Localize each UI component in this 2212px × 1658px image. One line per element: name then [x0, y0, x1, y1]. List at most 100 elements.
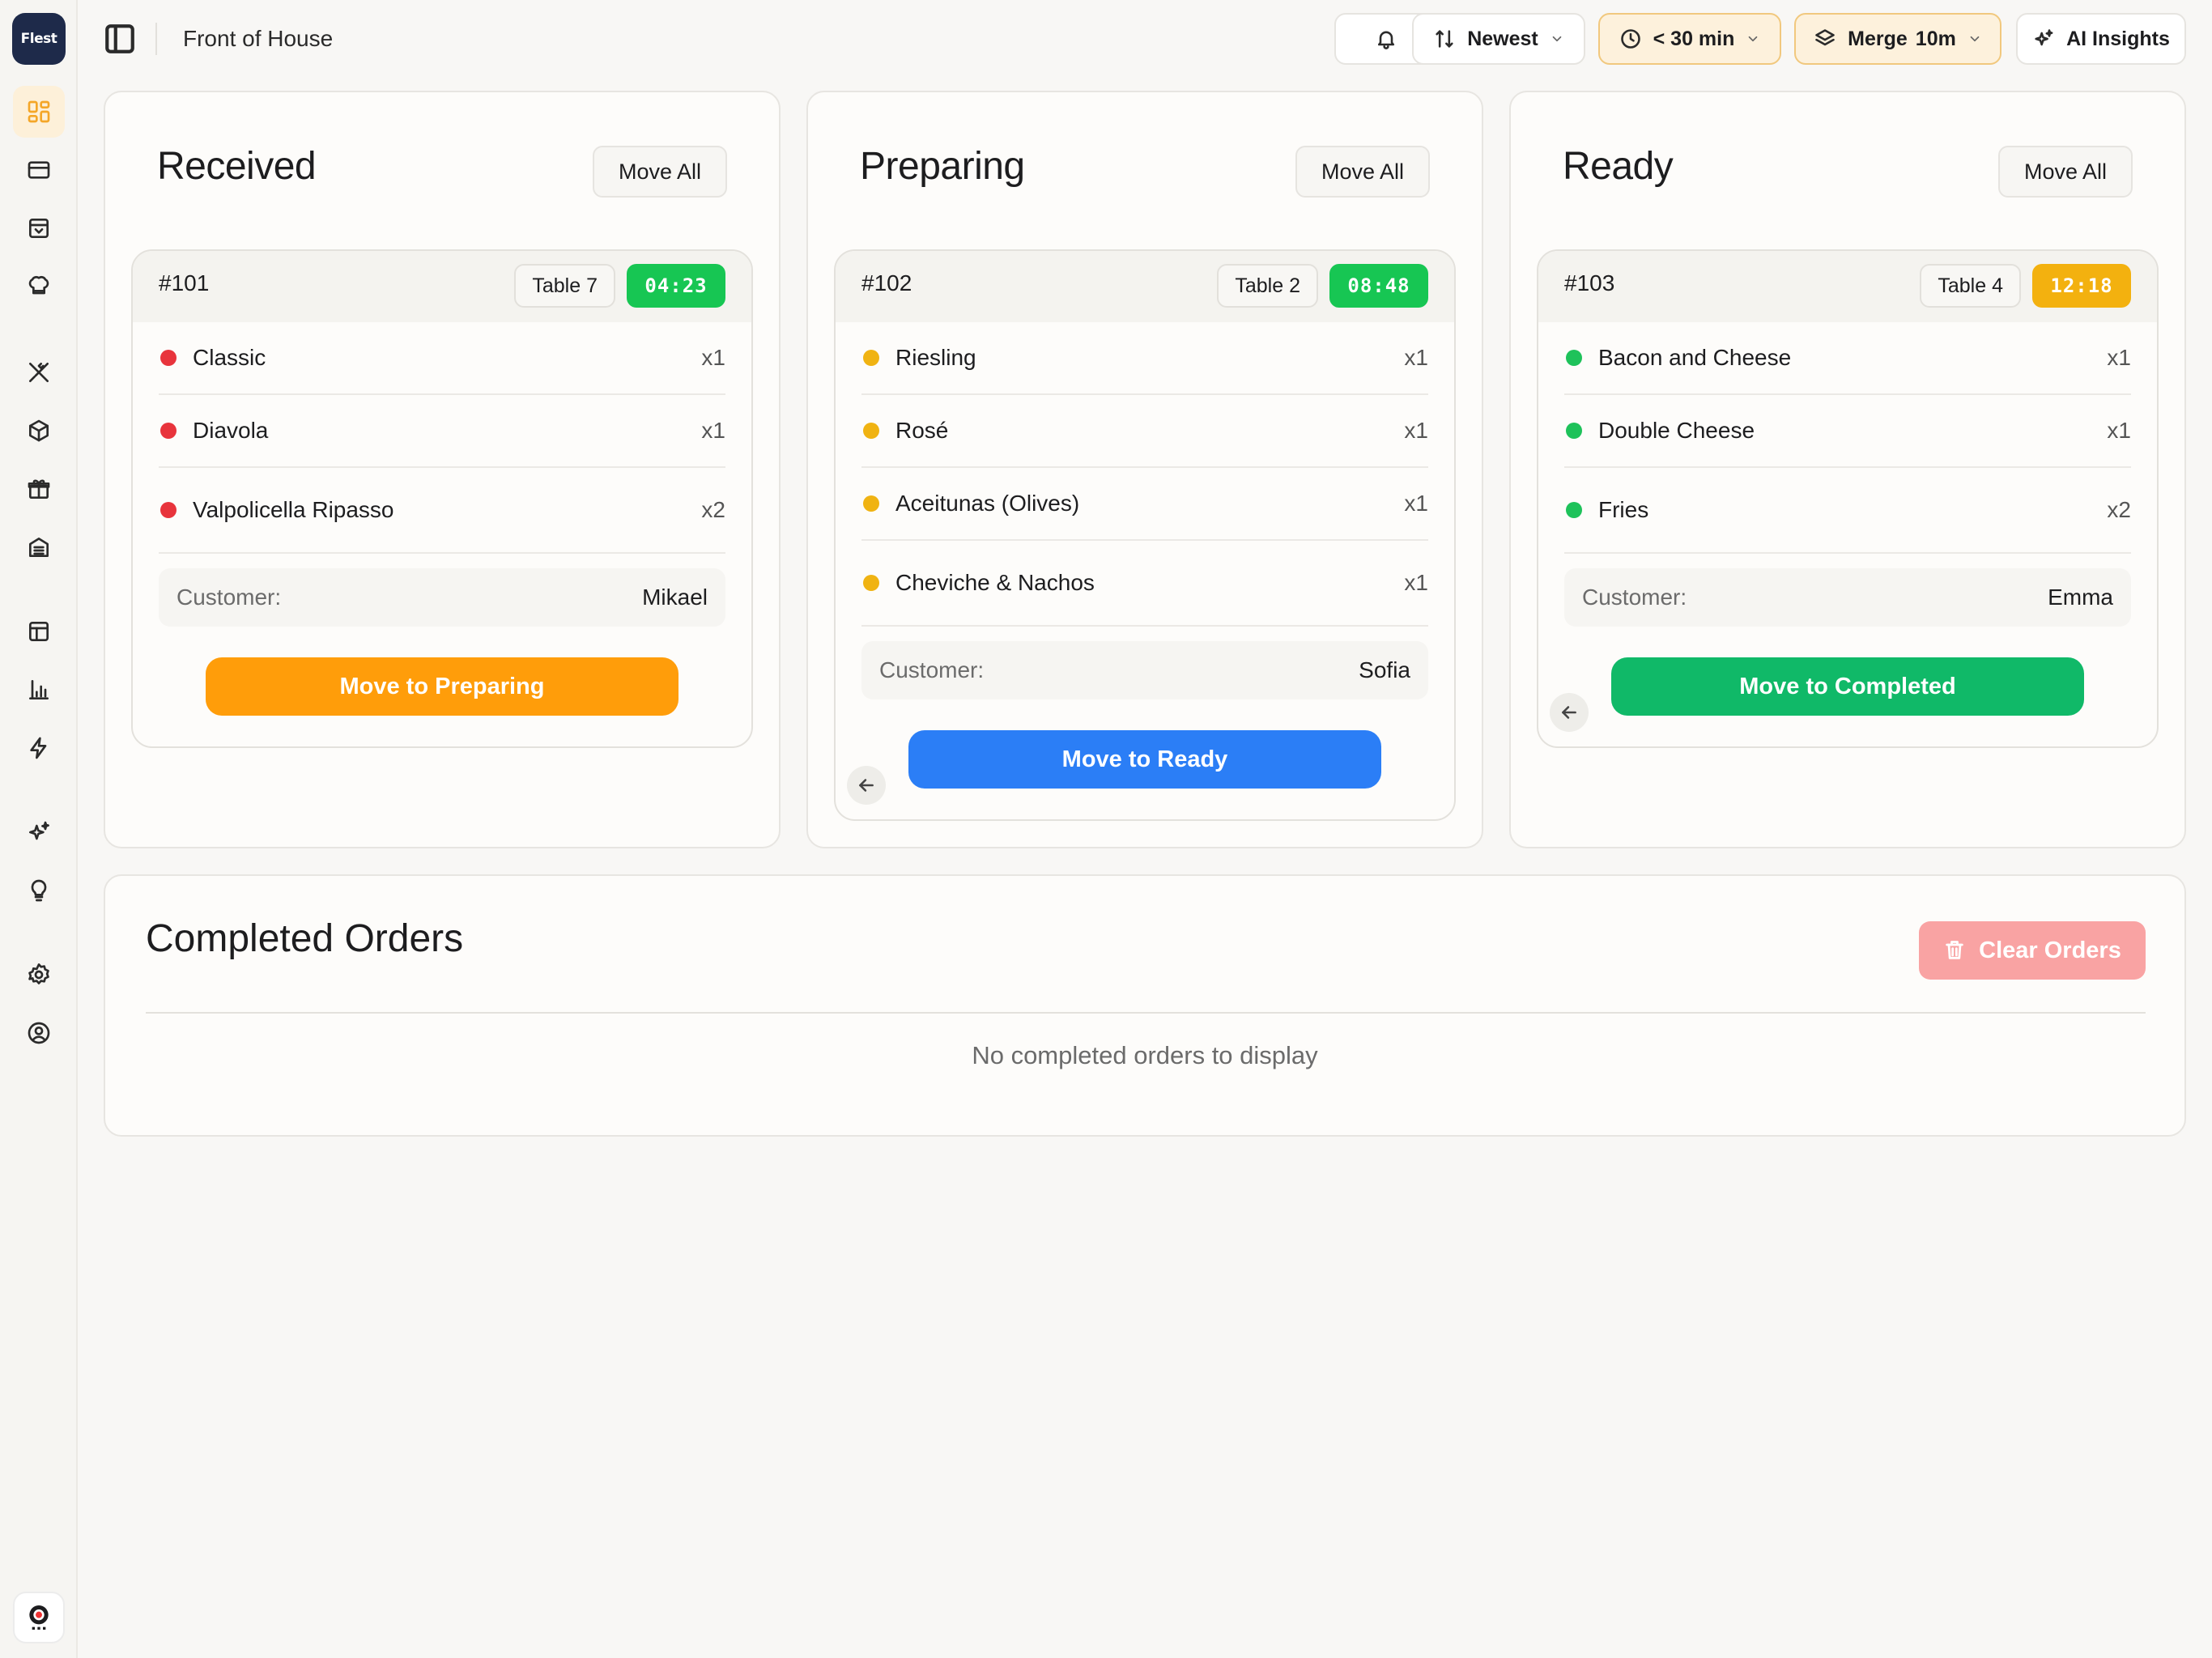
list-item: Bacon and Cheese x1 — [1564, 322, 2131, 395]
table-badge: Table 2 — [1217, 264, 1318, 308]
sidebar-item-ai[interactable] — [13, 806, 65, 858]
avatar-icon — [29, 1605, 49, 1630]
dashboard-icon — [28, 100, 50, 123]
order-card-101: #101 Table 7 04:23 Classic x1 Diavola x1… — [131, 249, 753, 748]
sidebar-item-payments[interactable] — [13, 144, 65, 196]
move-all-button[interactable]: Move All — [1295, 146, 1430, 198]
order-card-header: #101 Table 7 04:23 — [133, 251, 751, 322]
package-icon — [29, 419, 49, 442]
customer-name: Mikael — [642, 585, 708, 610]
item-name: Riesling — [895, 345, 976, 370]
item-name: Rosé — [895, 418, 949, 443]
settings-icon — [28, 963, 49, 984]
sidebar-item-account[interactable] — [13, 1007, 65, 1059]
bolt-icon — [30, 737, 47, 759]
move-all-button[interactable]: Move All — [1998, 146, 2133, 198]
sidebar-item-register[interactable] — [13, 521, 65, 573]
sidebar-item-inbox[interactable] — [13, 202, 65, 254]
item-qty: x1 — [1404, 418, 1428, 443]
timer-badge: 08:48 — [1329, 264, 1428, 308]
sidebar-toggle-button[interactable] — [102, 21, 138, 57]
app-root: Flest Front of House Newest < 30 min Mer… — [0, 0, 2212, 1658]
order-items: Riesling x1 Rosé x1 Aceitunas (Olives) x… — [836, 322, 1454, 627]
table-badge: Table 4 — [1920, 264, 2021, 308]
item-qty: x2 — [701, 497, 725, 522]
item-name: Double Cheese — [1598, 418, 1755, 443]
ai-insights-button[interactable]: AI Insights — [2016, 13, 2186, 65]
customer-row: Customer: Mikael — [159, 568, 725, 627]
completed-orders-panel: Completed Orders Clear Orders No complet… — [104, 874, 2186, 1137]
order-card-header: #102 Table 2 08:48 — [836, 251, 1454, 322]
card-icon — [28, 161, 50, 179]
list-item: Cheviche & Nachos x1 — [861, 541, 1428, 627]
item-qty: x1 — [701, 418, 725, 443]
status-dot — [863, 423, 879, 439]
customer-row: Customer: Emma — [1564, 568, 2131, 627]
list-item: Riesling x1 — [861, 322, 1428, 395]
chevron-down-icon — [1552, 36, 1562, 42]
timer-badge: 04:23 — [627, 264, 725, 308]
ai-insights-label: AI Insights — [2066, 27, 2170, 50]
app-logo[interactable]: Flest — [12, 13, 66, 65]
item-qty: x1 — [1404, 491, 1428, 516]
move-all-button[interactable]: Move All — [593, 146, 727, 198]
order-id: #101 — [159, 270, 210, 295]
time-filter-dropdown[interactable]: < 30 min — [1598, 13, 1781, 65]
sidebar-item-reports[interactable] — [13, 664, 65, 716]
sidebar-item-automations[interactable] — [13, 722, 65, 774]
sort-dropdown[interactable]: Newest — [1412, 13, 1585, 65]
sidebar-item-kitchen[interactable] — [13, 261, 65, 312]
clear-orders-label: Clear Orders — [1979, 937, 2121, 963]
sidebar-item-inventory[interactable] — [13, 405, 65, 457]
column-title: Ready — [1563, 145, 1674, 188]
time-filter-label: < 30 min — [1653, 27, 1735, 50]
sidebar-item-dashboard[interactable] — [13, 86, 65, 138]
gift-icon — [28, 479, 50, 499]
page-title: Front of House — [183, 26, 334, 51]
item-name: Bacon and Cheese — [1598, 345, 1792, 370]
trash-icon — [1946, 941, 1963, 959]
status-dot — [160, 502, 177, 518]
sidebar-item-gifts[interactable] — [13, 463, 65, 515]
sidebar-item-tables[interactable] — [13, 606, 65, 657]
status-dot — [1566, 350, 1582, 366]
clock-icon — [1620, 29, 1640, 49]
order-id: #102 — [861, 270, 912, 295]
move-to-preparing-button[interactable]: Move to Preparing — [206, 657, 678, 716]
order-card-103: #103 Table 4 12:18 Bacon and Cheese x1 D… — [1537, 249, 2159, 748]
customer-label: Customer: — [177, 585, 282, 610]
completed-orders-title: Completed Orders — [146, 917, 464, 960]
avatar[interactable] — [13, 1592, 65, 1643]
status-dot — [863, 350, 879, 366]
customer-name: Sofia — [1359, 657, 1410, 682]
move-to-ready-button[interactable]: Move to Ready — [908, 730, 1381, 789]
sidebar-item-settings[interactable] — [13, 949, 65, 1001]
chevron-down-icon — [1749, 36, 1758, 42]
lightbulb-icon — [31, 879, 47, 902]
customer-label: Customer: — [1582, 585, 1687, 610]
list-item: Double Cheese x1 — [1564, 395, 2131, 468]
list-item: Diavola x1 — [159, 395, 725, 468]
merge-dropdown[interactable]: Merge 10m — [1794, 13, 2001, 65]
move-back-button[interactable] — [847, 766, 886, 805]
bell-icon — [1377, 31, 1395, 49]
item-qty: x2 — [2107, 497, 2131, 522]
list-item: Aceitunas (Olives) x1 — [861, 468, 1428, 541]
inbox-icon — [29, 219, 49, 238]
sidebar-item-tips[interactable] — [13, 865, 65, 916]
list-item: Rosé x1 — [861, 395, 1428, 468]
item-name: Fries — [1598, 497, 1649, 522]
order-card-header: #103 Table 4 12:18 — [1538, 251, 2157, 322]
order-items: Bacon and Cheese x1 Double Cheese x1 Fri… — [1538, 322, 2157, 554]
move-to-completed-button[interactable]: Move to Completed — [1611, 657, 2084, 716]
item-name: Classic — [193, 345, 266, 370]
column-title: Preparing — [860, 145, 1025, 188]
empty-state-message: No completed orders to display — [972, 1041, 1318, 1069]
sidebar-item-menu[interactable] — [13, 346, 65, 398]
customer-name: Emma — [2048, 585, 2113, 610]
move-back-button[interactable] — [1550, 693, 1589, 732]
logo-text: Flest — [20, 31, 57, 47]
column-ready: Ready Move All #103 Table 4 12:18 Bacon … — [1509, 91, 2186, 848]
clear-orders-button[interactable]: Clear Orders — [1919, 921, 2146, 980]
register-icon — [29, 538, 49, 557]
